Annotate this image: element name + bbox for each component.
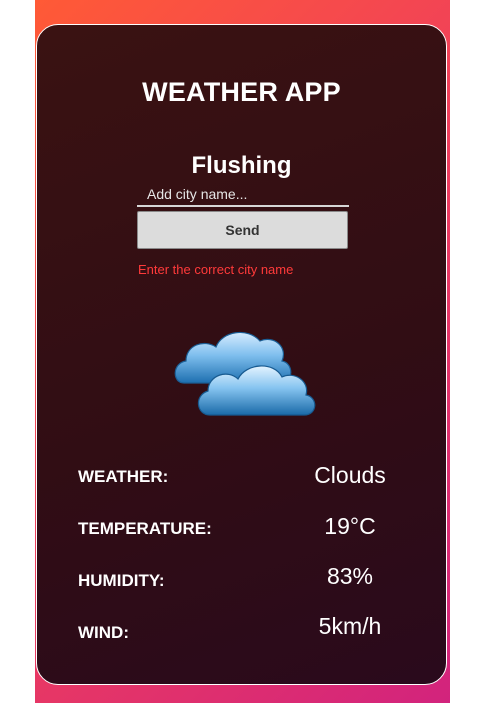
- wind-label: WIND:: [78, 623, 129, 642]
- humidity-value: 83%: [326, 563, 374, 589]
- temperature-value: 19°C: [324, 513, 376, 539]
- wind-value: 5km/h: [318, 613, 382, 639]
- weather-card: WEATHER APP Flushing Send Enter the corr…: [36, 24, 447, 685]
- send-button[interactable]: Send: [137, 211, 348, 249]
- error-message: Enter the correct city name: [138, 262, 294, 277]
- humidity-label: HUMIDITY:: [78, 571, 165, 590]
- app-title: WEATHER APP: [142, 77, 341, 107]
- app-background: WEATHER APP Flushing Send Enter the corr…: [35, 0, 450, 703]
- city-name: Flushing: [191, 152, 292, 179]
- weather-label: WEATHER:: [78, 467, 169, 486]
- clouds-icon: [174, 331, 316, 416]
- city-search-input[interactable]: [137, 183, 349, 207]
- weather-value: Clouds: [314, 462, 386, 488]
- temperature-label: TEMPERATURE:: [78, 519, 212, 538]
